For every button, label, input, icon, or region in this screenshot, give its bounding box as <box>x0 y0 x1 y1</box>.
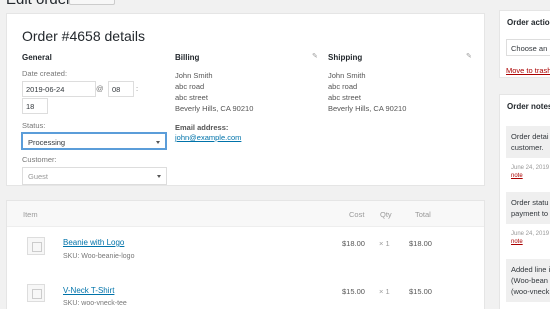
status-value: Processing <box>28 138 66 147</box>
items-table-header: Item Cost Qty Total <box>7 201 484 227</box>
billing-line: John Smith <box>175 71 213 80</box>
order-title: Order #4658 details <box>22 28 145 44</box>
date-created-input[interactable]: 2019-06-24 <box>22 81 96 97</box>
billing-line: Beverly Hills, CA 90210 <box>175 104 254 113</box>
note-text: (woo-vneck <box>511 287 550 296</box>
product-name-link[interactable]: Beanie with Logo <box>63 238 124 247</box>
item-qty: × 1 <box>379 287 390 296</box>
note-text: customer. <box>511 143 544 152</box>
product-name-link[interactable]: V-Neck T-Shirt <box>63 286 114 295</box>
delete-note-link[interactable]: note <box>511 173 523 179</box>
general-heading: General <box>22 53 52 62</box>
cost-column-header: Cost <box>349 210 365 219</box>
qty-column-header: Qty <box>380 210 392 219</box>
edit-shipping-pencil-icon[interactable]: ✎ <box>466 52 472 60</box>
shipping-line: Beverly Hills, CA 90210 <box>328 104 407 113</box>
billing-heading: Billing <box>175 53 200 62</box>
shipping-address: John Smith abc road abc street Beverly H… <box>328 70 406 114</box>
note-item: Added line i (Woo-bean (woo-vneck <box>506 259 550 302</box>
move-to-trash-link[interactable]: Move to trash <box>506 66 550 75</box>
item-total: $18.00 <box>409 239 432 248</box>
billing-line: abc road <box>175 82 205 91</box>
order-details-panel: Order #4658 details General Date created… <box>6 13 485 186</box>
item-column-header: Item <box>23 210 38 219</box>
delete-note-link[interactable]: note <box>511 239 523 245</box>
shipping-heading: Shipping <box>328 53 363 62</box>
note-meta: June 24, 2019 <box>511 231 550 237</box>
product-thumbnail <box>27 284 45 302</box>
note-item: Order detai customer. <box>506 126 550 158</box>
edit-billing-pencil-icon[interactable]: ✎ <box>312 52 318 60</box>
page-header: Edit order <box>0 0 550 10</box>
product-sku: SKU: Woo-beanie-logo <box>63 253 135 260</box>
page-title: Edit order <box>6 0 71 8</box>
product-sku: SKU: woo-vneck-tee <box>63 300 127 307</box>
hour-input[interactable]: 08 <box>108 81 134 97</box>
note-text: Order statu <box>511 198 549 207</box>
table-row: V-Neck T-Shirt SKU: woo-vneck-tee $15.00… <box>7 278 484 309</box>
shipping-line: abc street <box>328 93 361 102</box>
item-cost: $18.00 <box>342 239 365 248</box>
billing-line: abc street <box>175 93 208 102</box>
order-notes-title: Order notes <box>507 102 550 111</box>
order-action-select[interactable]: Choose an <box>506 39 550 56</box>
note-item: Order statu payment to <box>506 192 550 224</box>
order-actions-title: Order actio <box>507 18 550 27</box>
chevron-down-icon <box>156 141 160 144</box>
status-select[interactable]: Processing <box>21 132 167 150</box>
add-order-button[interactable] <box>69 0 115 5</box>
status-label: Status: <box>22 121 46 130</box>
colon-separator: : <box>136 84 139 93</box>
date-created-label: Date created: <box>22 69 68 78</box>
note-text: Added line i <box>511 265 550 274</box>
item-qty: × 1 <box>379 239 390 248</box>
note-text: (Woo-bean <box>511 276 548 285</box>
customer-select[interactable]: Guest <box>22 167 167 185</box>
note-text: Order detai <box>511 132 549 141</box>
order-actions-panel: Order actio Choose an Move to trash <box>499 10 550 78</box>
chevron-down-icon <box>157 175 161 178</box>
note-meta: June 24, 2019 <box>511 165 550 171</box>
table-row: Beanie with Logo SKU: Woo-beanie-logo $1… <box>7 231 484 276</box>
minute-input[interactable]: 18 <box>22 98 48 114</box>
item-cost: $15.00 <box>342 287 365 296</box>
item-total: $15.00 <box>409 287 432 296</box>
order-items-panel: Item Cost Qty Total Beanie with Logo SKU… <box>6 200 485 309</box>
at-separator: @ <box>96 84 104 93</box>
total-column-header: Total <box>415 210 431 219</box>
product-thumbnail <box>27 237 45 255</box>
email-link[interactable]: john@example.com <box>175 132 241 143</box>
order-notes-panel: Order notes Order detai customer. June 2… <box>499 94 550 309</box>
note-text: payment to <box>511 209 549 218</box>
shipping-line: John Smith <box>328 71 366 80</box>
billing-address: John Smith abc road abc street Beverly H… <box>175 70 253 114</box>
customer-label: Customer: <box>22 155 57 164</box>
shipping-line: abc road <box>328 82 358 91</box>
customer-value: Guest <box>28 172 49 181</box>
